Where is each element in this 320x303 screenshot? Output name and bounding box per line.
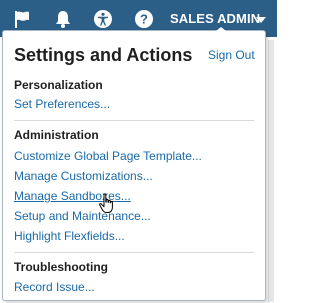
- divider: [14, 120, 254, 121]
- record-issue-link[interactable]: Record Issue...: [14, 280, 95, 294]
- bell-icon[interactable]: [53, 9, 73, 29]
- scrollbar[interactable]: [268, 40, 274, 302]
- hand-cursor-icon: [99, 193, 113, 213]
- accessibility-icon[interactable]: [93, 9, 113, 29]
- page-title: Settings and Actions: [14, 45, 193, 65]
- setup-and-maintenance-link[interactable]: Setup and Maintenance...: [14, 209, 151, 223]
- sign-out-link[interactable]: Sign Out: [208, 48, 255, 62]
- svg-text:?: ?: [140, 12, 148, 27]
- settings-actions-menu: Settings and Actions Sign Out Personaliz…: [2, 30, 266, 301]
- section-heading-troubleshooting: Troubleshooting: [14, 260, 108, 274]
- customize-global-page-template-link[interactable]: Customize Global Page Template...: [14, 149, 202, 163]
- divider: [14, 252, 254, 253]
- set-preferences-link[interactable]: Set Preferences...: [14, 97, 110, 111]
- highlight-flexfields-link[interactable]: Highlight Flexfields...: [14, 229, 125, 243]
- menu-pointer: [216, 27, 226, 31]
- chevron-down-icon[interactable]: [256, 17, 266, 23]
- section-heading-administration: Administration: [14, 128, 99, 142]
- flag-icon[interactable]: [12, 9, 32, 29]
- manage-customizations-link[interactable]: Manage Customizations...: [14, 169, 153, 183]
- section-heading-personalization: Personalization: [14, 78, 103, 92]
- user-menu-button[interactable]: SALES ADMIN: [170, 11, 260, 26]
- help-icon[interactable]: ?: [134, 9, 154, 29]
